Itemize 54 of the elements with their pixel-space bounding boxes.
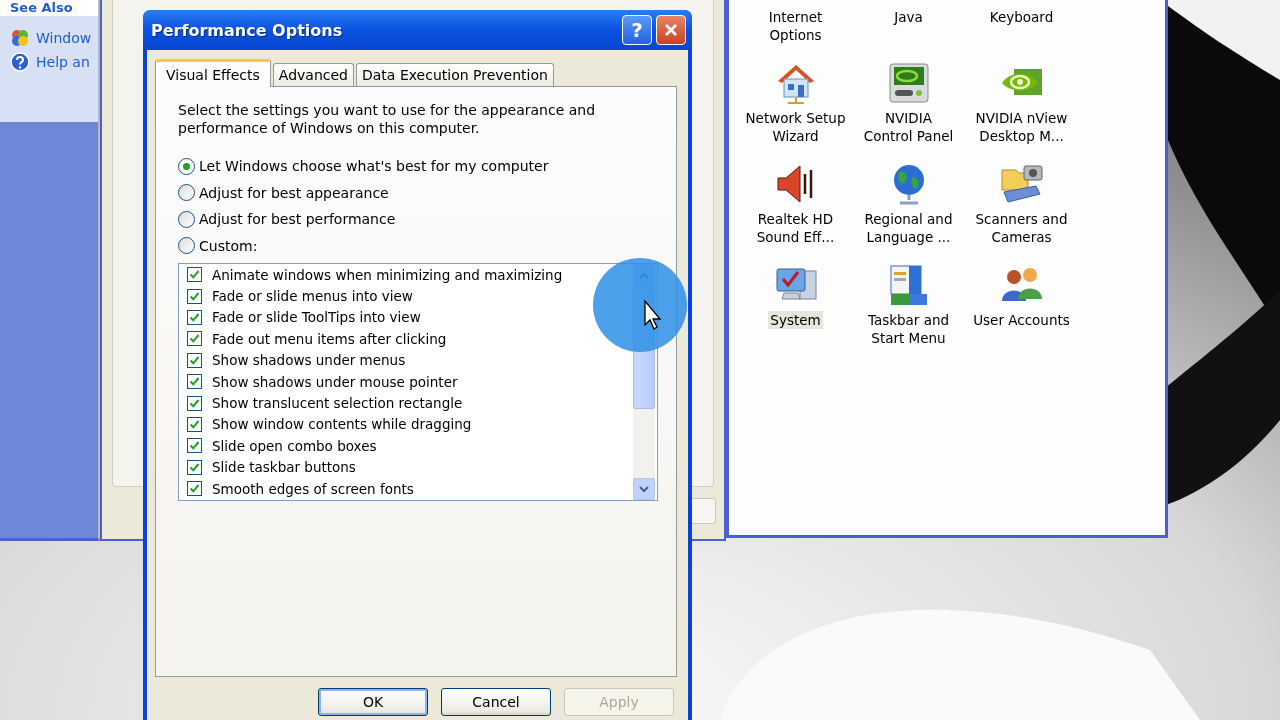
checkbox-option[interactable]: Smooth edges of screen fonts	[187, 477, 633, 500]
control-panel-item[interactable]: Internet Options	[739, 0, 852, 57]
checkbox-option[interactable]: Slide taskbar buttons	[187, 456, 633, 478]
close-button[interactable]	[656, 15, 686, 45]
help-icon	[10, 52, 30, 72]
tab[interactable]: Data Execution Prevention	[356, 63, 554, 86]
dialog-button[interactable]: OK	[318, 688, 428, 716]
control-panel-item[interactable]: Scanners and Cameras	[965, 158, 1078, 259]
control-panel-item[interactable]: Taskbar and Start Menu	[852, 259, 965, 360]
checkbox-option[interactable]: Show shadows under menus	[187, 349, 633, 371]
checkmark-icon	[189, 290, 200, 302]
button[interactable]	[690, 498, 716, 524]
checkmark-icon	[189, 376, 200, 388]
control-panel-item[interactable]: NVIDIA nView Desktop M...	[965, 57, 1078, 158]
window-title: Performance Options	[151, 20, 343, 40]
checkbox-option[interactable]: Show shadows under mouse pointer	[187, 370, 633, 393]
radio-option[interactable]: Adjust for best performance	[178, 206, 658, 233]
dialog-button[interactable]: Cancel	[441, 688, 551, 716]
checkmark-icon	[189, 269, 200, 281]
checkmark-icon	[189, 397, 200, 409]
chevron-down-icon	[639, 485, 649, 493]
control-panel-item[interactable]: NVIDIA Control Panel	[852, 57, 965, 158]
checkbox-option[interactable]: Slide open combo boxes	[187, 435, 633, 457]
radio-option[interactable]: Let Windows choose what's best for my computer	[178, 153, 658, 180]
control-panel-item[interactable]: System	[739, 259, 852, 360]
windows-icon	[10, 28, 30, 48]
control-panel-item[interactable]: Keyboard	[965, 0, 1078, 57]
sidebar-link[interactable]: Help an	[10, 52, 98, 72]
scanner-camera-icon	[999, 162, 1044, 206]
control-panel-item[interactable]: Regional and Language ...	[852, 158, 965, 259]
checkmark-icon	[189, 418, 200, 430]
scroll-down-button[interactable]	[633, 478, 655, 500]
tab[interactable]: Visual Effects	[155, 59, 271, 87]
control-panel-item[interactable]: Java	[852, 0, 965, 57]
graphics-card-icon	[886, 61, 931, 105]
checkmark-icon	[189, 440, 200, 452]
control-panel-item[interactable]: Network Setup Wizard	[739, 57, 852, 158]
checkmark-icon	[189, 333, 200, 345]
help-button[interactable]: ?	[622, 15, 652, 45]
checkbox-option[interactable]: Show translucent selection rectangle	[187, 392, 633, 414]
description-text: Select the settings you want to use for the appearance and performance of Windows on this computer.	[178, 101, 597, 137]
checkmark-icon	[189, 483, 200, 495]
control-panel-item[interactable]: User Accounts	[965, 259, 1078, 360]
checkbox-option[interactable]: Show window contents while dragging	[187, 413, 633, 436]
control-panel-item[interactable]: Realtek HD Sound Eff...	[739, 158, 852, 259]
sidebar-heading: See Also	[0, 0, 98, 16]
checkmark-icon	[189, 461, 200, 473]
checkmark-icon	[189, 311, 200, 323]
sidebar-link[interactable]: Window	[10, 28, 98, 48]
close-icon	[664, 23, 678, 37]
tab[interactable]: Advanced	[272, 63, 354, 86]
checkmark-icon	[189, 354, 200, 366]
radio-option[interactable]: Custom:	[178, 232, 658, 259]
radio-option[interactable]: Adjust for best appearance	[178, 179, 658, 206]
